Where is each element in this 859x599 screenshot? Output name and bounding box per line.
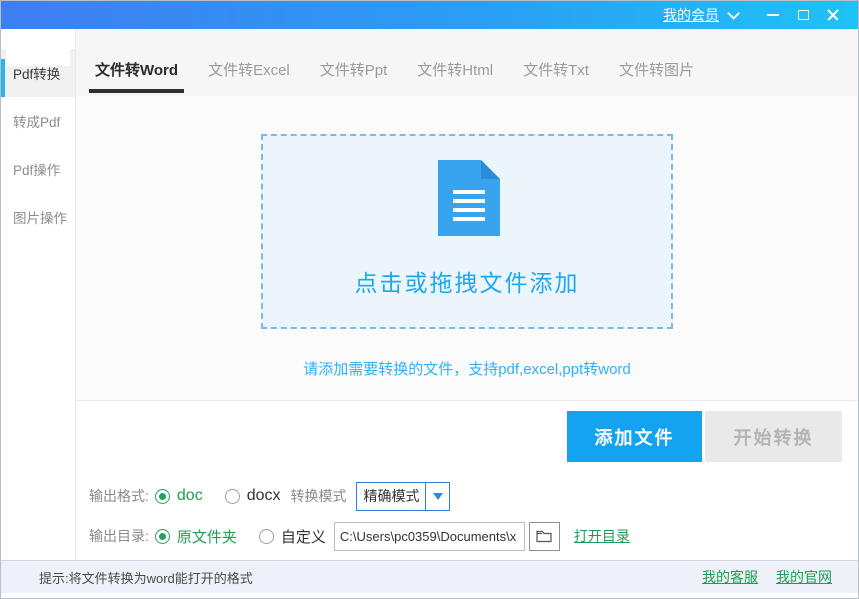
sidebar-item-pdf-convert[interactable]: Pdf转换 bbox=[1, 49, 75, 97]
radio-doc[interactable] bbox=[155, 489, 170, 504]
dropzone-text: 点击或拖拽文件添加 bbox=[263, 264, 671, 298]
radio-source-folder[interactable] bbox=[155, 529, 170, 544]
close-icon bbox=[827, 9, 839, 21]
convert-mode-label: 转换模式 bbox=[290, 486, 346, 506]
minimize-icon bbox=[767, 14, 779, 16]
maximize-button[interactable] bbox=[788, 3, 818, 27]
document-icon bbox=[438, 160, 500, 241]
sidebar-item-label: Pdf操作 bbox=[13, 159, 60, 179]
maximize-icon bbox=[798, 10, 809, 20]
radio-custom-dir-label[interactable]: 自定义 bbox=[281, 526, 326, 547]
radio-custom-dir[interactable] bbox=[259, 529, 274, 544]
convert-mode-value: 精确模式 bbox=[357, 483, 425, 510]
open-directory-link[interactable]: 打开目录 bbox=[574, 526, 630, 546]
tab-file-to-ppt[interactable]: 文件转Ppt bbox=[314, 59, 394, 96]
sidebar-item-label: 转成Pdf bbox=[13, 111, 60, 131]
tab-label: 文件转Txt bbox=[523, 62, 589, 79]
radio-source-folder-label[interactable]: 原文件夹 bbox=[177, 526, 237, 547]
customer-service-link[interactable]: 我的客服 bbox=[702, 567, 758, 587]
radio-docx-label[interactable]: docx bbox=[247, 487, 281, 505]
status-tip: 提示:将文件转换为word能打开的格式 bbox=[39, 568, 684, 587]
tab-file-to-txt[interactable]: 文件转Txt bbox=[517, 59, 595, 96]
titlebar: 我的会员 bbox=[1, 1, 858, 29]
sidebar-item-image-ops[interactable]: 图片操作 bbox=[1, 193, 75, 241]
active-tab-underline bbox=[89, 89, 184, 93]
render-glitch-overlay bbox=[6, 49, 70, 66]
tab-file-to-html[interactable]: 文件转Html bbox=[411, 59, 499, 96]
radio-docx[interactable] bbox=[225, 489, 240, 504]
tab-file-to-excel[interactable]: 文件转Excel bbox=[202, 59, 296, 96]
browse-folder-button[interactable] bbox=[529, 522, 560, 551]
file-dropzone[interactable]: 点击或拖拽文件添加 bbox=[261, 134, 673, 329]
active-stripe bbox=[1, 59, 5, 97]
add-file-button[interactable]: 添加文件 bbox=[567, 411, 702, 462]
sidebar-item-to-pdf[interactable]: 转成Pdf bbox=[1, 97, 75, 145]
sidebar-item-label: Pdf转换 bbox=[13, 63, 60, 83]
radio-doc-label[interactable]: doc bbox=[177, 487, 203, 505]
start-convert-button[interactable]: 开始转换 bbox=[705, 411, 842, 462]
tab-label: 文件转Word bbox=[95, 62, 178, 79]
dropzone-hint: 请添加需要转换的文件，支持pdf,excel,ppt转word bbox=[261, 358, 673, 379]
tab-file-to-image[interactable]: 文件转图片 bbox=[613, 59, 700, 96]
output-dir-row: 输出目录: 原文件夹 自定义 打开目录 bbox=[89, 521, 630, 551]
output-path-input[interactable] bbox=[334, 522, 525, 551]
folder-icon bbox=[536, 530, 552, 543]
my-membership-link[interactable]: 我的会员 bbox=[663, 5, 719, 25]
tab-file-to-word[interactable]: 文件转Word bbox=[89, 59, 184, 96]
output-dir-label: 输出目录: bbox=[89, 526, 149, 546]
convert-mode-select[interactable]: 精确模式 bbox=[356, 482, 450, 511]
output-format-row: 输出格式: doc docx 转换模式 精确模式 bbox=[89, 481, 450, 511]
official-site-link[interactable]: 我的官网 bbox=[776, 567, 832, 587]
close-button[interactable] bbox=[818, 3, 848, 27]
app-window: 我的会员 Pdf转换 转成Pdf Pdf操作 图片操作 文件转Word 文件转E… bbox=[0, 0, 859, 599]
tab-label: 文件转Ppt bbox=[320, 62, 388, 79]
chevron-down-icon[interactable] bbox=[727, 7, 740, 20]
tab-label: 文件转Html bbox=[417, 62, 493, 79]
sidebar-item-pdf-ops[interactable]: Pdf操作 bbox=[1, 145, 75, 193]
dropdown-arrow-icon bbox=[425, 483, 449, 510]
main-content: 点击或拖拽文件添加 请添加需要转换的文件，支持pdf,excel,ppt转wor… bbox=[76, 96, 858, 401]
lower-panel: 添加文件 开始转换 输出格式: doc docx 转换模式 精确模式 输出目录:… bbox=[76, 401, 858, 562]
minimize-button[interactable] bbox=[758, 3, 788, 27]
tabbar: 文件转Word 文件转Excel 文件转Ppt 文件转Html 文件转Txt 文… bbox=[76, 29, 858, 96]
statusbar: 提示:将文件转换为word能打开的格式 我的客服 我的官网 bbox=[1, 560, 858, 593]
tab-label: 文件转图片 bbox=[619, 62, 694, 79]
output-format-label: 输出格式: bbox=[89, 486, 149, 506]
sidebar: Pdf转换 转成Pdf Pdf操作 图片操作 bbox=[1, 29, 76, 560]
sidebar-item-label: 图片操作 bbox=[13, 207, 67, 227]
tab-label: 文件转Excel bbox=[208, 62, 290, 79]
